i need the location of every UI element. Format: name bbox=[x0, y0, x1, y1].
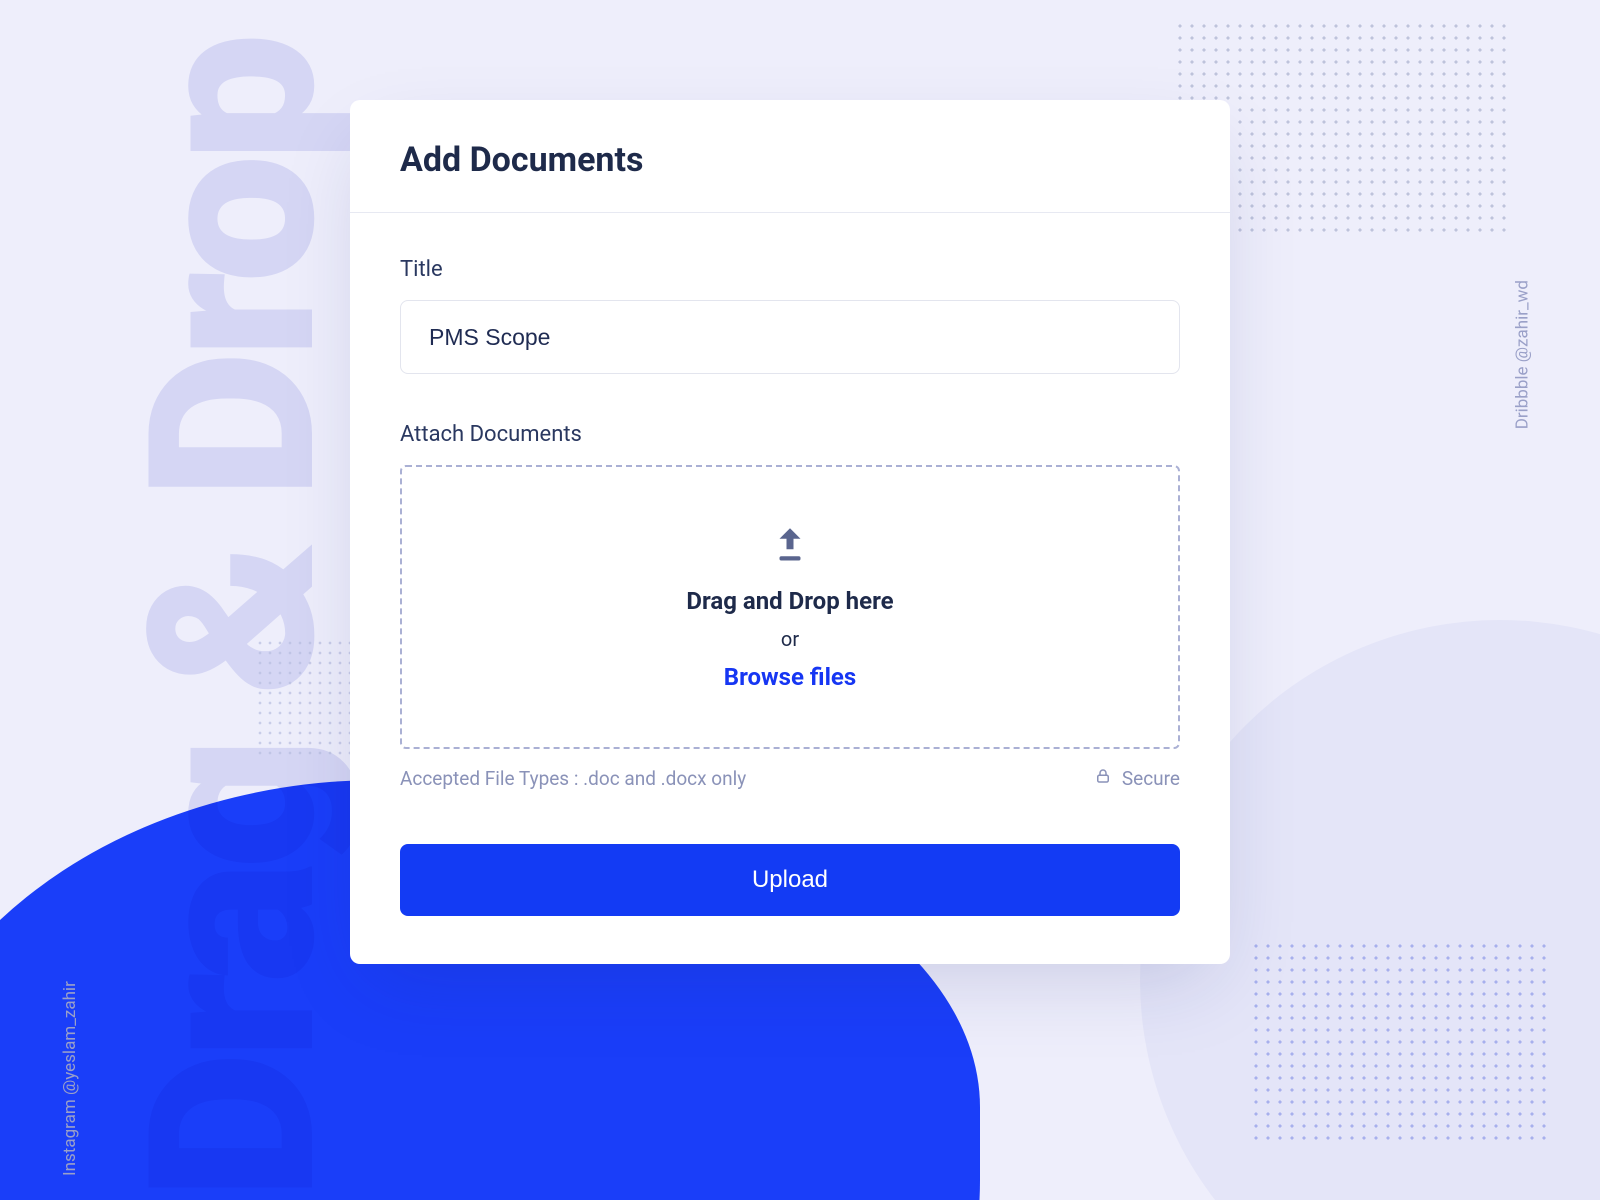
bg-big-text: Drag & Drop bbox=[100, 41, 369, 1200]
card-body: Title Attach Documents Drag and Drop her… bbox=[350, 213, 1230, 964]
lock-icon bbox=[1094, 767, 1112, 790]
card-title: Add Documents bbox=[400, 140, 1180, 180]
dropzone-drag-text: Drag and Drop here bbox=[686, 587, 893, 615]
accepted-file-types: Accepted File Types : .doc and .docx onl… bbox=[400, 767, 746, 790]
card-header: Add Documents bbox=[350, 100, 1230, 213]
upload-icon bbox=[769, 523, 811, 569]
add-documents-card: Add Documents Title Attach Documents Dra… bbox=[350, 100, 1230, 964]
title-input[interactable] bbox=[400, 300, 1180, 374]
browse-files-link[interactable]: Browse files bbox=[724, 663, 856, 691]
secure-text: Secure bbox=[1122, 767, 1180, 790]
credit-instagram: Instagram @yeslam_zahir bbox=[60, 981, 80, 1176]
secure-badge: Secure bbox=[1094, 767, 1180, 790]
attach-label: Attach Documents bbox=[400, 422, 1180, 447]
upload-button[interactable]: Upload bbox=[400, 844, 1180, 916]
hint-row: Accepted File Types : .doc and .docx onl… bbox=[400, 767, 1180, 790]
bg-dots-bottom-right bbox=[1250, 940, 1550, 1140]
dropzone[interactable]: Drag and Drop here or Browse files bbox=[400, 465, 1180, 749]
credit-dribbble: Dribbble @zahir_wd bbox=[1512, 280, 1532, 429]
title-label: Title bbox=[400, 257, 1180, 282]
dropzone-or-text: or bbox=[781, 627, 799, 651]
